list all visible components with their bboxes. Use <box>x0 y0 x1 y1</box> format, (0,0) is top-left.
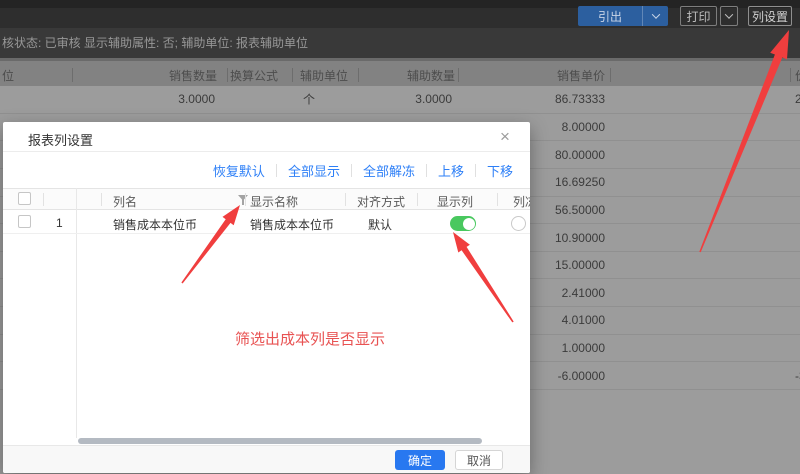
filter-icon[interactable] <box>238 195 248 205</box>
move-down-link[interactable]: 下移 <box>487 161 513 180</box>
table-row: 3.0000 个 3.0000 86.73333 26 <box>0 86 800 114</box>
dialog-footer: 确定 取消 <box>3 445 530 473</box>
status-bar: 核状态: 已审核 显示辅助属性: 否; 辅助单位: 报表辅助单位 <box>0 28 800 58</box>
ok-button[interactable]: 确定 <box>395 450 445 470</box>
row-display-name: 销售成本本位币 <box>250 216 334 233</box>
cell-aux-unit: 个 <box>303 91 315 108</box>
col-header-aux-unit: 辅助单位 <box>300 67 348 84</box>
column-settings-button[interactable]: 列设置 <box>748 6 792 26</box>
print-dropdown-button[interactable] <box>720 6 738 26</box>
col-header-amount: 价税合 <box>795 67 800 84</box>
chevron-down-icon <box>725 10 733 18</box>
export-button-label: 引出 <box>578 8 642 25</box>
annotation-note: 筛选出成本列是否显示 <box>235 328 385 349</box>
dialog-action-links: 恢复默认 全部显示 全部解冻 上移 下移 <box>3 152 530 188</box>
col-header-sales-price: 销售单价 <box>505 67 605 84</box>
col-header-freeze: 列冻 <box>513 193 530 210</box>
restore-default-link[interactable]: 恢复默认 <box>213 161 265 180</box>
horizontal-scrollbar[interactable] <box>78 438 482 444</box>
top-toolbar: 引出 打印 列设置 <box>0 0 800 28</box>
export-dropdown-button[interactable] <box>642 6 668 26</box>
select-all-checkbox[interactable] <box>18 192 31 205</box>
col-header-aux-qty: 辅助数量 <box>355 67 455 84</box>
col-header-display-name: 显示名称 <box>250 193 298 210</box>
export-button[interactable]: 引出 <box>578 6 668 26</box>
cell-aux-qty: 3.0000 <box>352 92 452 106</box>
report-table-header: 位 销售数量 换算公式 辅助单位 辅助数量 销售单价 价税合 <box>0 58 800 86</box>
col-header-show: 显示列 <box>437 193 473 210</box>
cell-sales-qty: 3.0000 <box>115 92 215 106</box>
cell-amount: -3 <box>795 369 800 383</box>
unfreeze-all-link[interactable]: 全部解冻 <box>363 161 415 180</box>
cell-amount: 26 <box>795 92 800 106</box>
dialog-title: 报表列设置 <box>28 130 93 149</box>
cancel-button[interactable]: 取消 <box>455 450 503 470</box>
move-up-link[interactable]: 上移 <box>438 161 464 180</box>
toggle-knob <box>463 218 475 230</box>
chevron-down-icon <box>651 10 659 18</box>
col-header-name: 列名 <box>113 193 137 210</box>
app-screen: 引出 打印 列设置 核状态: 已审核 显示辅助属性: 否; 辅助单位: 报表辅助… <box>0 0 800 474</box>
col-header-align: 对齐方式 <box>357 193 405 210</box>
dialog-table-row: 1 销售成本本位币 销售成本本位币 默认 <box>3 211 530 234</box>
print-button[interactable]: 打印 <box>680 6 717 26</box>
column-settings-button-label: 列设置 <box>752 8 788 25</box>
column-settings-dialog: 报表列设置 × 恢复默认 全部显示 全部解冻 上移 下移 列名 显示名称 对齐方… <box>3 122 530 473</box>
dialog-table-header: 列名 显示名称 对齐方式 显示列 列冻 <box>3 188 530 210</box>
row-col-name: 销售成本本位币 <box>113 216 197 233</box>
row-index: 1 <box>56 216 63 230</box>
row-align-value[interactable]: 默认 <box>368 216 392 233</box>
col-header-sales-qty: 销售数量 <box>117 67 217 84</box>
print-button-label: 打印 <box>686 8 710 25</box>
cell-sales-price: 86.73333 <box>505 92 605 106</box>
col-header-conversion-formula: 换算公式 <box>230 67 278 84</box>
close-icon[interactable]: × <box>495 127 515 147</box>
row-checkbox[interactable] <box>18 215 31 228</box>
dialog-titlebar: 报表列设置 × <box>3 122 530 152</box>
show-column-toggle[interactable] <box>450 216 476 231</box>
col-header-unit: 位 <box>2 67 14 84</box>
freeze-column-radio[interactable] <box>511 216 526 231</box>
show-all-link[interactable]: 全部显示 <box>288 161 340 180</box>
